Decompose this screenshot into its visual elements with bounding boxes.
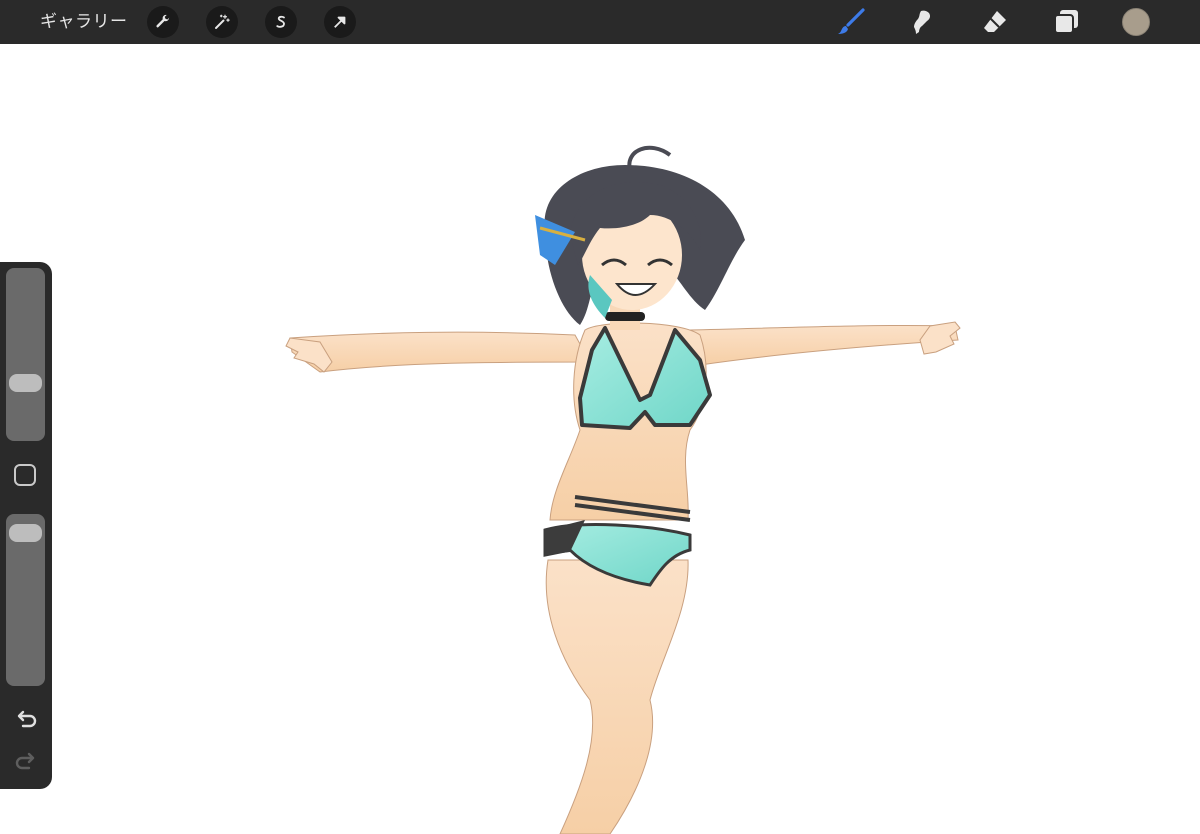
- drawing-canvas[interactable]: [0, 44, 1200, 834]
- brush-size-slider[interactable]: [6, 268, 45, 441]
- opacity-slider[interactable]: [6, 514, 45, 686]
- top-toolbar: ギャラリー: [0, 0, 1200, 44]
- left-sidebar: [0, 262, 52, 789]
- anime-girl-illustration: [285, 145, 961, 834]
- square-icon[interactable]: [14, 464, 36, 486]
- magic-wand-icon[interactable]: [206, 6, 238, 38]
- brush-icon[interactable]: [836, 7, 866, 37]
- eraser-icon[interactable]: [980, 7, 1010, 37]
- wrench-icon[interactable]: [147, 6, 179, 38]
- undo-icon[interactable]: [12, 708, 40, 732]
- arrow-cursor-icon[interactable]: [324, 6, 356, 38]
- gallery-button[interactable]: ギャラリー: [40, 0, 128, 44]
- layers-icon[interactable]: [1051, 7, 1081, 37]
- brush-size-handle[interactable]: [9, 373, 42, 392]
- redo-icon[interactable]: [12, 750, 40, 774]
- opacity-handle[interactable]: [9, 524, 42, 543]
- smudge-icon[interactable]: [908, 7, 938, 37]
- color-swatch[interactable]: [1122, 8, 1150, 36]
- selection-s-icon[interactable]: [265, 6, 297, 38]
